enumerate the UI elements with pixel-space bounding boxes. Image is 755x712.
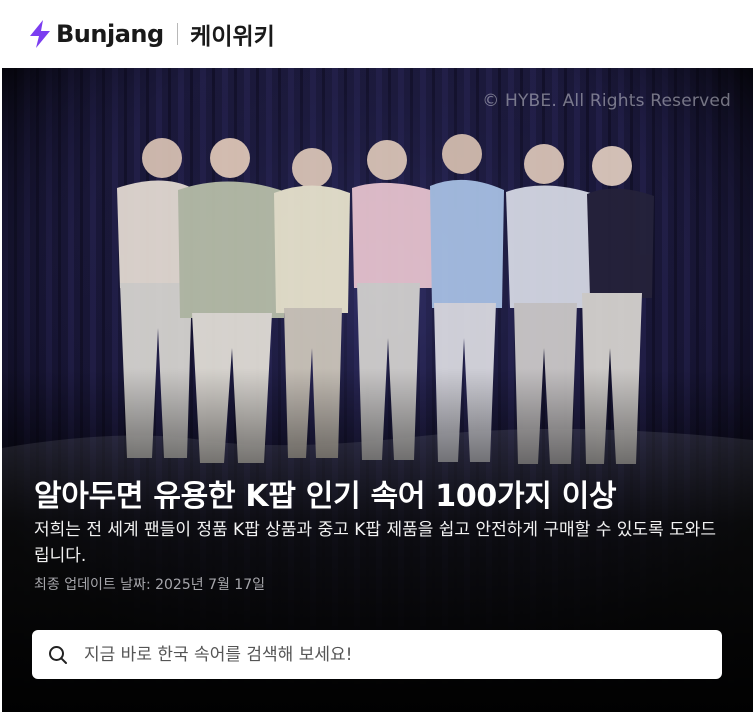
- search-input[interactable]: [82, 643, 696, 666]
- wiki-title[interactable]: 케이위키: [190, 17, 275, 51]
- site-header: Bunjang 케이위키: [0, 0, 755, 68]
- bunjang-logo[interactable]: Bunjang: [28, 20, 164, 48]
- search-bar[interactable]: [32, 630, 722, 679]
- hero-title: 알아두면 유용한 K팝 인기 속어 100가지 이상: [34, 479, 617, 514]
- logo-text: Bunjang: [56, 20, 164, 48]
- lightning-bolt-icon: [30, 20, 50, 48]
- copyright-notice: © HYBE. All Rights Reserved: [482, 91, 731, 111]
- hero-description: 저희는 전 세계 팬들이 정품 K팝 상품과 중고 K팝 제품을 쉽고 안전하게…: [34, 520, 717, 566]
- header-divider: [176, 23, 179, 45]
- group-photo: [2, 68, 753, 712]
- last-updated: 최종 업데이트 날짜: 2025년 7월 17일: [34, 577, 265, 593]
- search-icon[interactable]: [48, 645, 68, 665]
- hero-banner: © HYBE. All Rights Reserved 알아두면 유용한 K팝 …: [2, 68, 753, 712]
